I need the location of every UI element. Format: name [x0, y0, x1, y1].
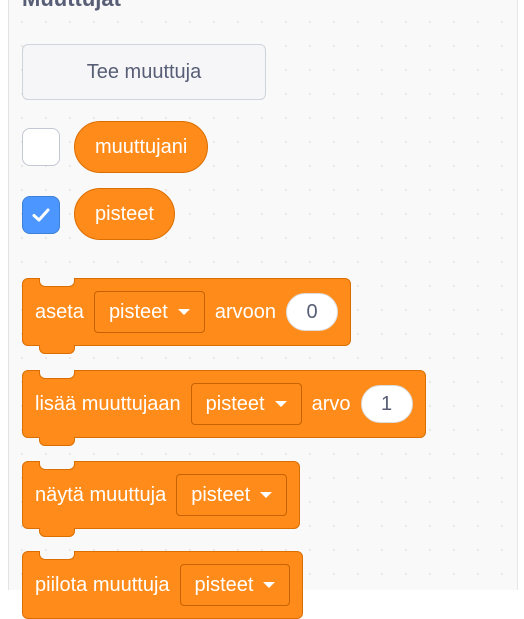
block-notch — [39, 528, 75, 537]
block-label: lisää muuttujaan — [35, 392, 181, 415]
dropdown-value: pisteet — [191, 483, 251, 506]
block-label: arvo — [311, 392, 351, 415]
change-variable-block[interactable]: lisää muuttujaan pisteet arvo 1 — [22, 370, 426, 446]
checkmark-icon — [32, 208, 50, 222]
make-variable-button[interactable]: Tee muuttuja — [22, 44, 266, 100]
set-variable-block[interactable]: aseta pisteet arvoon 0 — [22, 278, 352, 354]
block-label: arvoon — [214, 300, 277, 323]
block-notch — [39, 278, 75, 287]
dropdown-caret-icon — [274, 401, 287, 407]
variable-dropdown[interactable]: pisteet — [179, 564, 291, 606]
value-input[interactable]: 0 — [286, 293, 339, 331]
block-label: aseta — [35, 300, 84, 323]
block-notch — [39, 370, 75, 379]
variable-checkbox-muuttujani[interactable] — [22, 128, 60, 166]
block-label: näytä muuttuja — [35, 483, 167, 506]
dropdown-value: pisteet — [194, 573, 254, 596]
value-input[interactable]: 1 — [360, 385, 413, 423]
dropdown-caret-icon — [263, 582, 276, 588]
block-label: piilota muuttuja — [35, 573, 170, 596]
variable-dropdown[interactable]: pisteet — [190, 383, 302, 425]
variable-reporter-pisteet[interactable]: pisteet — [74, 188, 175, 240]
dropdown-value: pisteet — [108, 300, 168, 323]
block-notch — [39, 551, 75, 560]
category-heading: Muuttujat — [22, 0, 121, 12]
hide-variable-block[interactable]: piilota muuttuja pisteet — [22, 551, 304, 619]
block-notch — [39, 345, 75, 354]
dropdown-caret-icon — [177, 309, 190, 315]
block-notch — [39, 461, 75, 470]
palette-scrollbar[interactable] — [517, 0, 524, 590]
block-notch — [39, 437, 75, 446]
variable-dropdown[interactable]: pisteet — [93, 291, 205, 333]
category-divider — [0, 0, 9, 590]
variable-checkbox-pisteet[interactable] — [22, 196, 60, 234]
dropdown-value: pisteet — [205, 392, 265, 415]
dropdown-caret-icon — [260, 492, 273, 498]
variable-reporter-muuttujani[interactable]: muuttujani — [74, 121, 209, 173]
show-variable-block[interactable]: näytä muuttuja pisteet — [22, 461, 301, 537]
variable-dropdown[interactable]: pisteet — [176, 474, 288, 516]
